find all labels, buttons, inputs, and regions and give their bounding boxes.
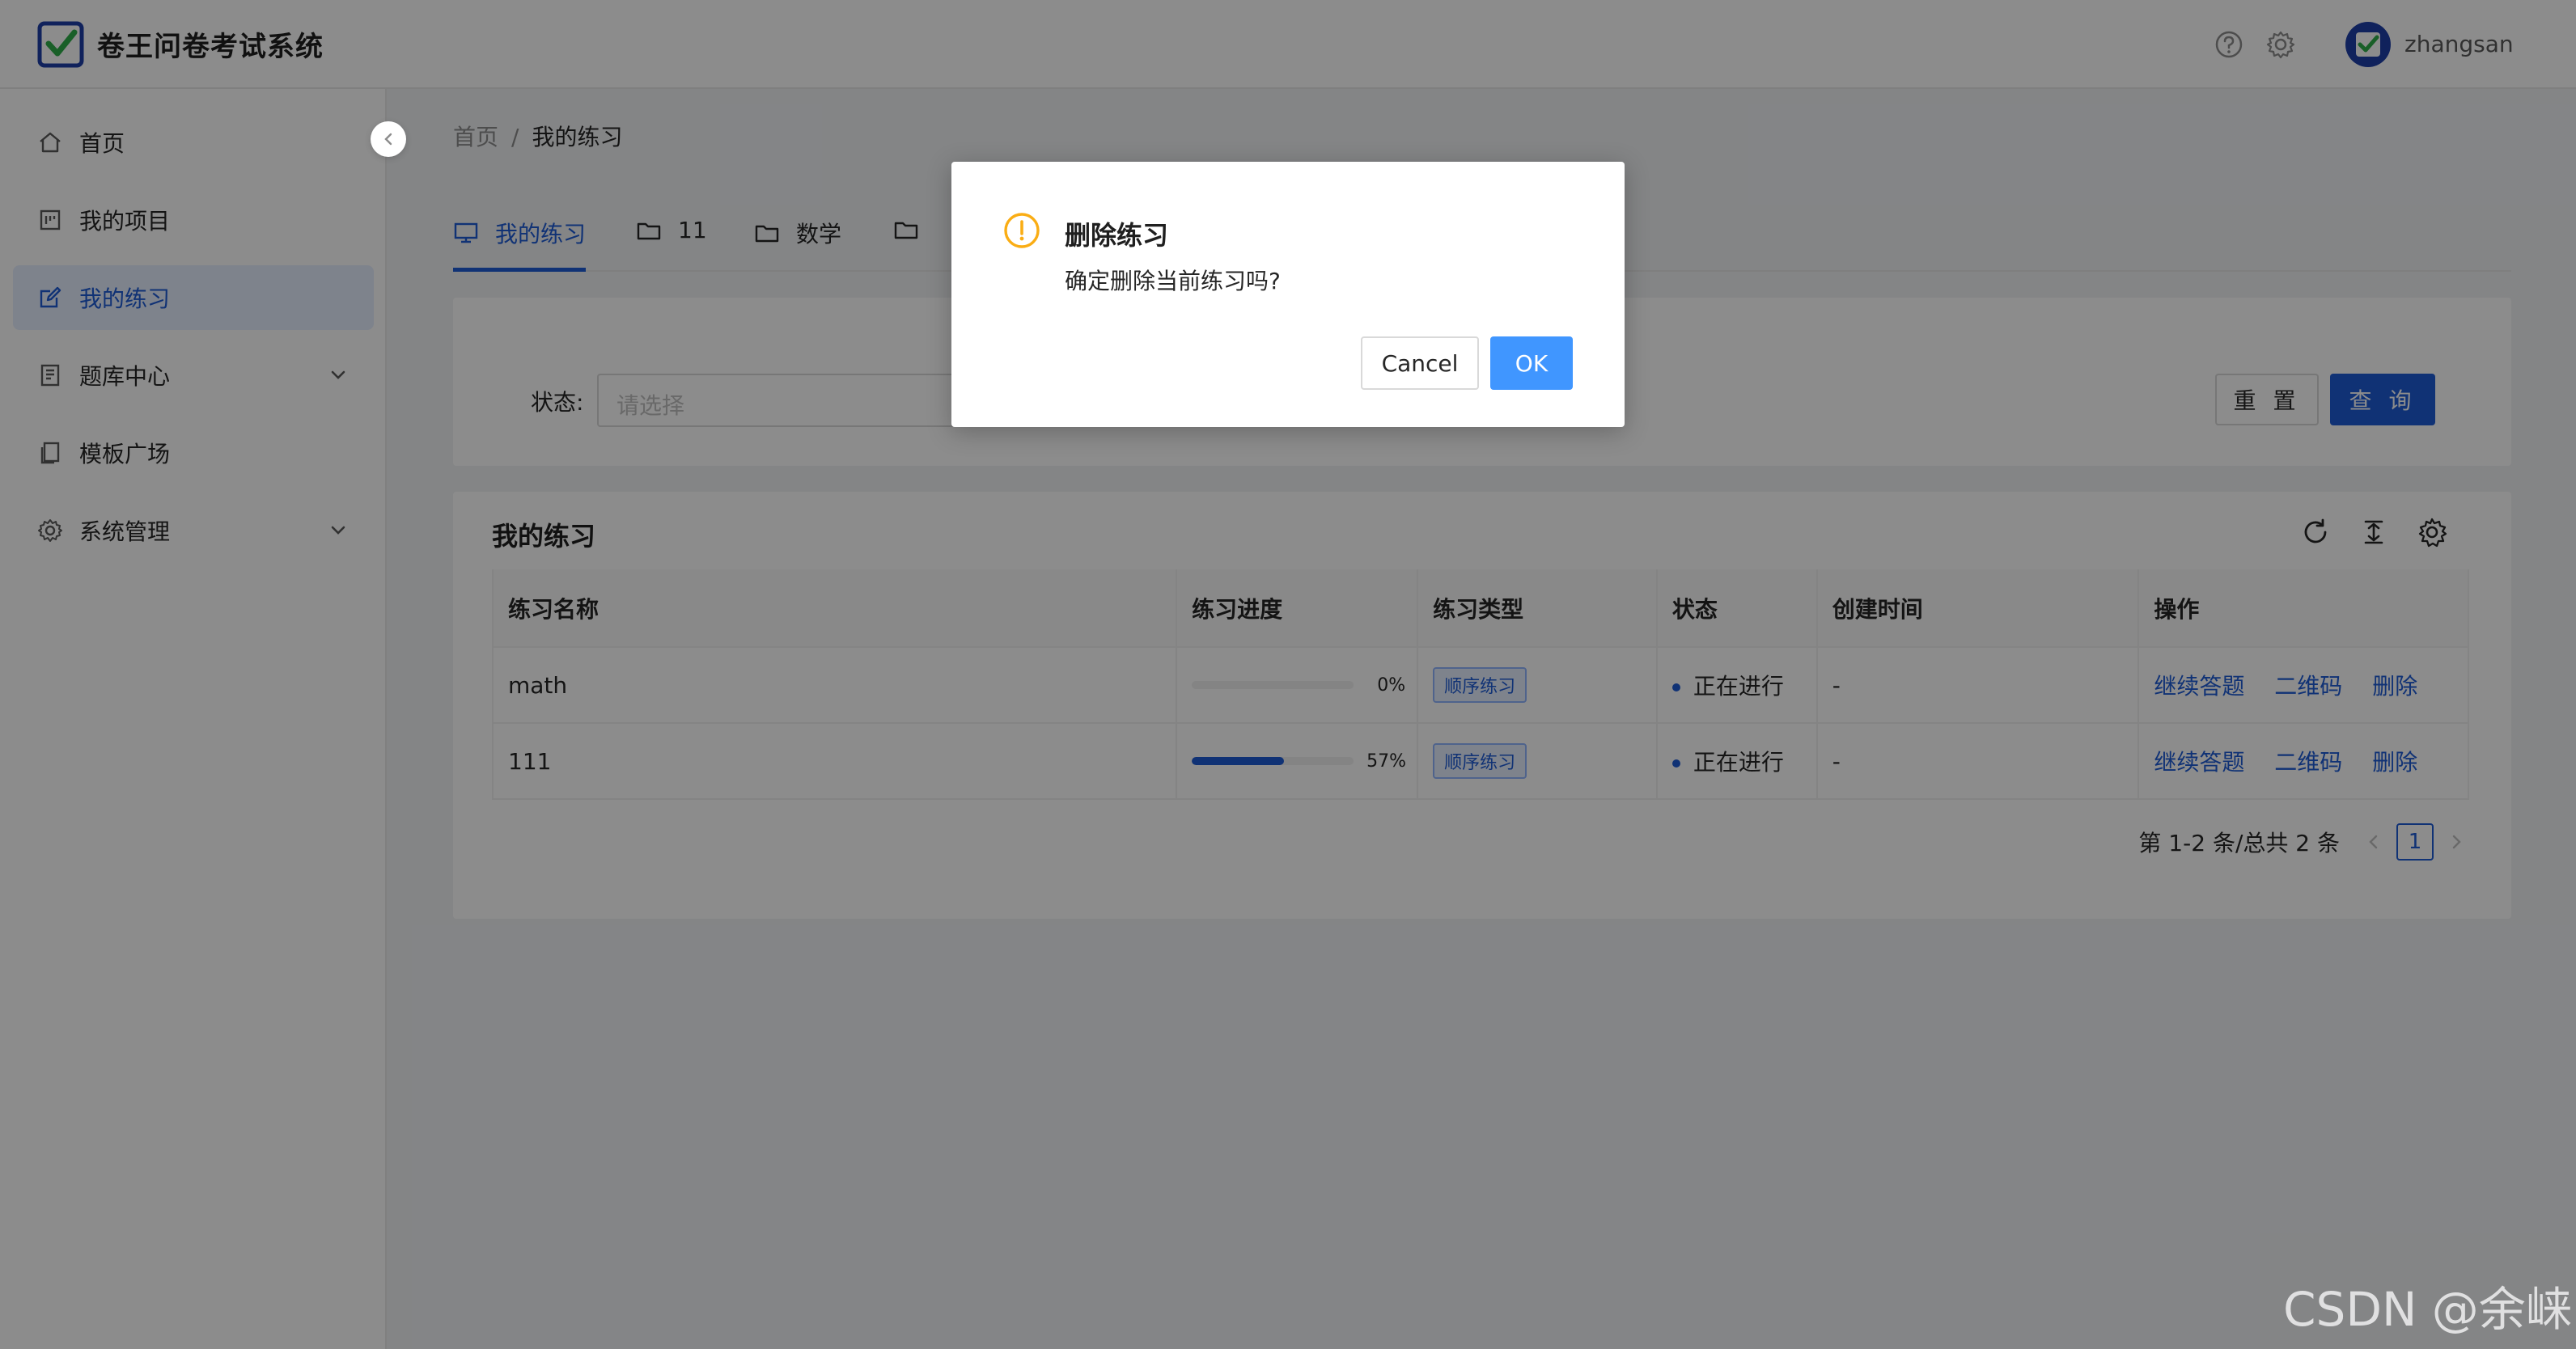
modal-title: 删除练习 <box>1065 220 1169 251</box>
delete-confirm-modal: 删除练习 确定删除当前练习吗? Cancel OK <box>951 162 1625 427</box>
modal-content: 确定删除当前练习吗? <box>1065 268 1281 294</box>
exclamation-circle-icon <box>1004 213 1040 248</box>
app-root: 卷王问卷考试系统 zhangsan 首页 我的项目 我的练习 题库中心 模板广场… <box>0 0 2576 1349</box>
chevron-left-icon <box>384 133 392 146</box>
csdn-watermark: CSDN @余崃 <box>2283 1282 2573 1337</box>
cancel-button[interactable]: Cancel <box>1361 336 1479 390</box>
ok-button[interactable]: OK <box>1490 336 1573 390</box>
sidebar-collapse-button[interactable] <box>371 121 406 157</box>
